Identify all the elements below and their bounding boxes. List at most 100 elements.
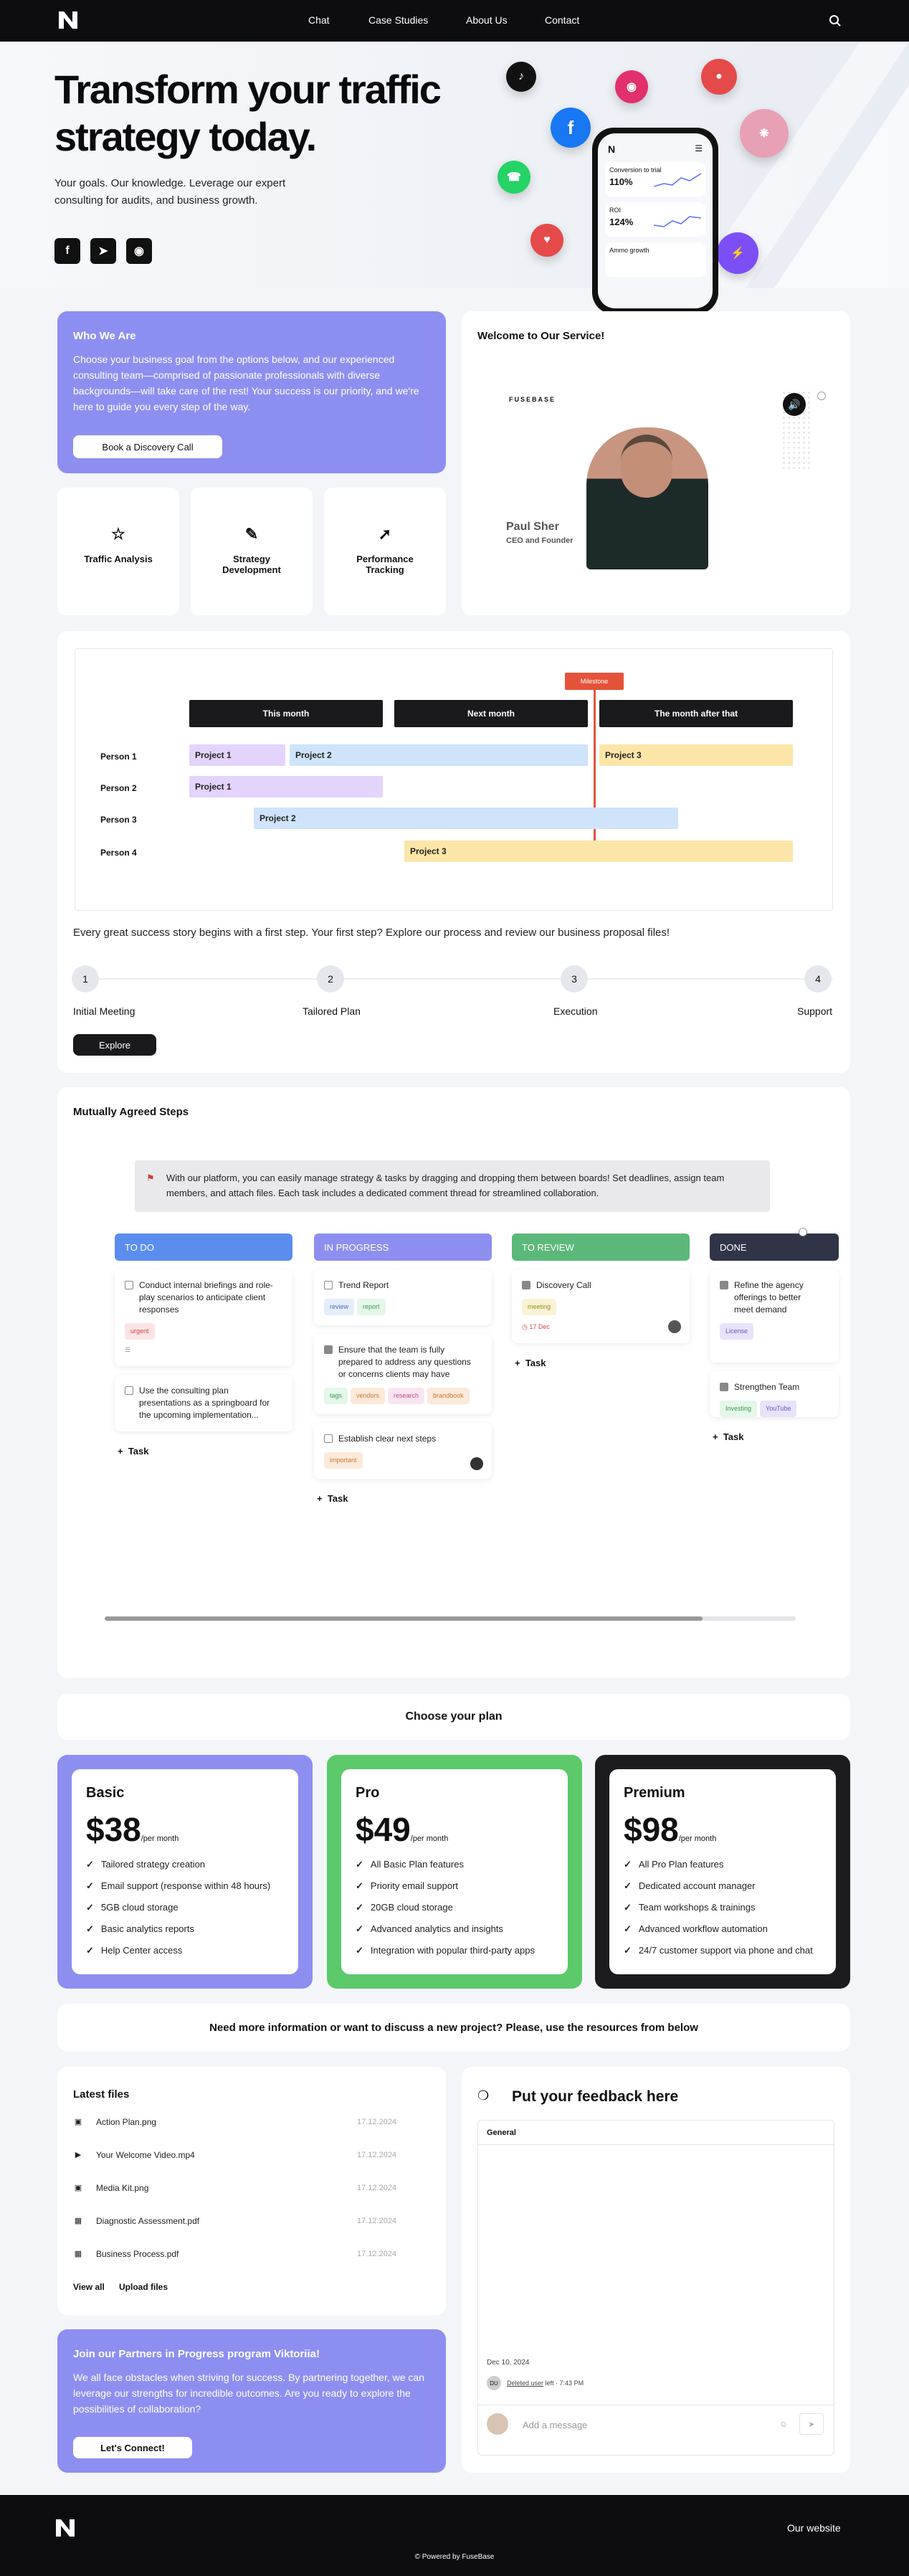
- add-task-button[interactable]: + Task: [314, 1493, 492, 1504]
- tag: brandbook: [427, 1388, 470, 1404]
- telegram-icon[interactable]: ➤: [90, 238, 116, 264]
- nav-contact[interactable]: Contact: [545, 14, 579, 26]
- plan-pro[interactable]: Pro $49/per month All Basic Plan feature…: [327, 1755, 582, 1989]
- task-card[interactable]: Discovery Call meeting ◷ 17 Dec: [512, 1269, 690, 1343]
- checkbox[interactable]: [125, 1281, 133, 1289]
- gantt-bar[interactable]: Project 3: [404, 840, 793, 862]
- tag: tags: [324, 1388, 348, 1404]
- gantt-bar[interactable]: Project 3: [599, 744, 793, 766]
- checkbox[interactable]: [324, 1434, 333, 1443]
- brand-logo: FUSEBASE: [509, 396, 556, 403]
- sound-icon[interactable]: 🔊: [783, 393, 806, 416]
- horizontal-scrollbar[interactable]: [105, 1616, 796, 1621]
- plan-basic[interactable]: Basic $38/per month Tailored strategy cr…: [57, 1755, 313, 1989]
- powered-by: © Powered by FuseBase: [414, 2553, 495, 2561]
- avatar: DU: [487, 2376, 501, 2390]
- step-label: Support: [797, 1005, 833, 1017]
- instagram-icon[interactable]: ◉: [126, 238, 152, 264]
- file-date: 17.12.2024: [357, 2184, 397, 2192]
- add-task-button[interactable]: + Task: [115, 1446, 292, 1457]
- plan-price: $49/per month: [356, 1811, 449, 1848]
- tag: YouTube: [760, 1401, 797, 1417]
- emoji-icon[interactable]: ☺: [779, 2419, 788, 2429]
- plan-premium[interactable]: Premium $98/per month All Pro Plan featu…: [595, 1755, 850, 1989]
- checkbox[interactable]: [324, 1345, 333, 1354]
- send-icon[interactable]: ➤: [799, 2413, 824, 2435]
- nav-case-studies[interactable]: Case Studies: [368, 14, 428, 26]
- step-label: Execution: [553, 1005, 598, 1017]
- gantt-bar[interactable]: Project 1: [189, 744, 285, 766]
- add-task-button[interactable]: + Task: [512, 1358, 690, 1368]
- explore-button[interactable]: Explore: [73, 1034, 156, 1056]
- gantt-bar[interactable]: Project 2: [290, 744, 588, 766]
- avatar: [470, 1457, 483, 1470]
- logo-icon[interactable]: [57, 10, 79, 30]
- add-task-button[interactable]: + Task: [710, 1431, 839, 1442]
- feature-strategy-development[interactable]: ✎ Strategy Development: [191, 488, 313, 615]
- gantt-chart: [75, 648, 833, 911]
- file-item[interactable]: ▣ Media Kit.png: [73, 2183, 149, 2193]
- book-discovery-button[interactable]: Book a Discovery Call: [73, 435, 222, 458]
- task-card[interactable]: Use the consulting plan presentations as…: [115, 1375, 292, 1431]
- task-card[interactable]: Establish clear next steps important: [314, 1423, 492, 1479]
- task-card[interactable]: Ensure that the team is fully prepared t…: [314, 1334, 492, 1414]
- rocket-icon: ➚: [378, 525, 392, 543]
- task-card[interactable]: Trend Report review report: [314, 1269, 492, 1325]
- view-all-link[interactable]: View all: [73, 2282, 105, 2292]
- task-card[interactable]: Strengthen Team Investing YouTube: [710, 1371, 839, 1417]
- facebook-icon[interactable]: f: [54, 238, 80, 264]
- file-item[interactable]: ▦ Diagnostic Assessment.pdf: [73, 2216, 199, 2226]
- tag: report: [357, 1299, 386, 1315]
- feature-traffic-analysis[interactable]: ☆ Traffic Analysis: [57, 488, 179, 615]
- feature-performance-tracking[interactable]: ➚ Performance Tracking: [324, 488, 446, 615]
- search-icon[interactable]: [829, 14, 842, 27]
- gantt-bar[interactable]: Project 2: [254, 808, 678, 829]
- checkbox[interactable]: [324, 1281, 333, 1289]
- user-avatar: [487, 2413, 508, 2435]
- checkbox[interactable]: [522, 1281, 530, 1289]
- menu-icon: ☰: [695, 143, 703, 153]
- video-frame[interactable]: FUSEBASE Paul Sher CEO and Founder 🔊: [506, 390, 826, 584]
- upload-files-link[interactable]: Upload files: [119, 2282, 168, 2292]
- circle-icon: [817, 392, 826, 400]
- pill-icon: ●: [701, 59, 737, 95]
- footer-logo-icon[interactable]: [54, 2518, 76, 2538]
- step-number: 3: [561, 965, 588, 993]
- checkbox[interactable]: [720, 1281, 728, 1289]
- column-todo: TO DO Conduct internal briefings and rol…: [115, 1233, 292, 1457]
- flag-icon: ⚑: [146, 1173, 155, 1183]
- phone-mockup: N ☰ Conversion to trial 110% ROI 124% Ammo…: [592, 128, 718, 314]
- step-label: Tailored Plan: [303, 1005, 361, 1017]
- chat-channel[interactable]: General: [478, 2121, 834, 2145]
- lets-connect-button[interactable]: Let's Connect!: [73, 2437, 192, 2458]
- nav-about-us[interactable]: About Us: [466, 14, 508, 26]
- gantt-col-after: The month after that: [599, 700, 793, 727]
- feedback-title: Put your feedback here: [512, 2088, 679, 2105]
- file-date: 17.12.2024: [357, 2118, 397, 2126]
- task-card[interactable]: Refine the agency offerings to better me…: [710, 1269, 839, 1363]
- phone-logo-icon: N: [608, 143, 616, 155]
- checkbox[interactable]: [125, 1386, 133, 1395]
- file-item[interactable]: ▣ Action Plan.png: [73, 2117, 156, 2127]
- gantt-col-next-month: Next month: [394, 700, 588, 727]
- tag: Investing: [720, 1401, 758, 1417]
- phone-card-roi: ROI 124%: [605, 202, 705, 237]
- nav-chat[interactable]: Chat: [308, 14, 330, 26]
- file-item[interactable]: ▶ Your Welcome Video.mp4: [73, 2150, 195, 2160]
- step-number: 1: [72, 965, 99, 993]
- our-website-link[interactable]: Our website: [787, 2522, 841, 2534]
- partners-card: Join our Partners in Progress program Vi…: [57, 2329, 446, 2473]
- facebook-bubble-icon: f: [551, 108, 591, 148]
- due-date: ◷ 17 Dec: [522, 1323, 550, 1330]
- message-input[interactable]: Add a message: [523, 2420, 587, 2430]
- column-header: TO DO: [115, 1233, 292, 1261]
- instagram-bubble-icon: ◉: [615, 70, 648, 103]
- task-card[interactable]: Conduct internal briefings and role-play…: [115, 1269, 292, 1366]
- file-item[interactable]: ▦ Business Process.pdf: [73, 2249, 179, 2259]
- gantt-bar[interactable]: Project 1: [189, 776, 383, 797]
- checkbox[interactable]: [720, 1383, 728, 1391]
- file-date: 17.12.2024: [357, 2217, 397, 2225]
- list-icon: ☰: [125, 1346, 131, 1353]
- step-number: 2: [317, 965, 344, 993]
- tag: meeting: [522, 1299, 557, 1315]
